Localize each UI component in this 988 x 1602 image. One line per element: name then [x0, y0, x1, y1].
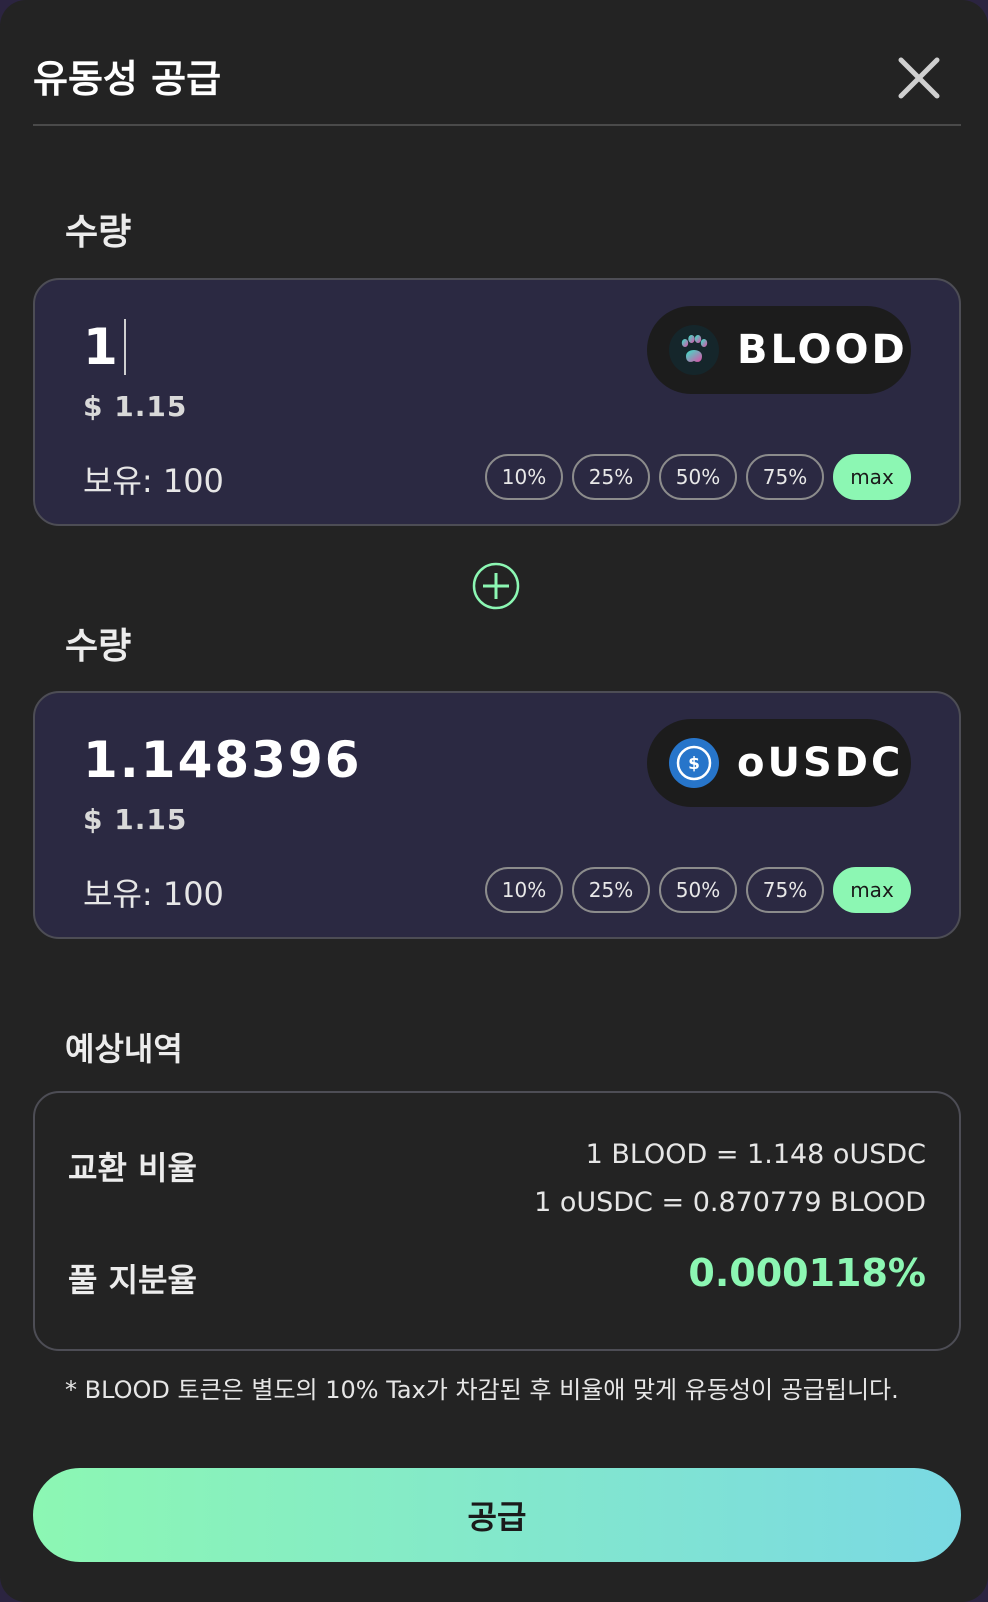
token-a-50-percent-button[interactable]: 50%: [659, 454, 737, 500]
token-b-percent-buttons: 10% 25% 50% 75% max: [485, 867, 911, 913]
pool-share-label: 풀 지분율: [68, 1261, 197, 1299]
plus-circle-icon[interactable]: [472, 562, 520, 610]
tax-note: * BLOOD 토큰은 별도의 10% Tax가 차감된 후 비율애 맞게 유동…: [65, 1376, 899, 1404]
token-a-selector[interactable]: BLOOD: [647, 306, 911, 394]
token-b-10-percent-button[interactable]: 10%: [485, 867, 563, 913]
token-b-25-percent-button[interactable]: 25%: [572, 867, 650, 913]
token-a-amount-input[interactable]: 1: [83, 318, 126, 376]
token-a-75-percent-button[interactable]: 75%: [746, 454, 824, 500]
token-a-balance: 보유: 100: [83, 462, 224, 500]
amount-label-b: 수량: [65, 626, 132, 667]
liquidity-modal: 유동성 공급 수량 1 $ 1.15 보유: 100 BLOOD 10% 25%…: [0, 0, 988, 1602]
estimate-section-label: 예상내역: [65, 1030, 183, 1068]
token-b-75-percent-button[interactable]: 75%: [746, 867, 824, 913]
token-b-amount-input[interactable]: 1.148396: [83, 731, 362, 789]
token-a-usd-value: $ 1.15: [83, 390, 188, 423]
usdc-icon: $: [669, 738, 719, 788]
paw-icon: [669, 325, 719, 375]
token-a-amount-value: 1: [83, 318, 120, 376]
token-a-10-percent-button[interactable]: 10%: [485, 454, 563, 500]
token-a-percent-buttons: 10% 25% 50% 75% max: [485, 454, 911, 500]
text-cursor: [123, 319, 126, 375]
token-b-panel: 1.148396 $ 1.15 보유: 100 $ oUSDC 10% 25% …: [33, 691, 961, 939]
token-a-panel: 1 $ 1.15 보유: 100 BLOOD 10% 25% 50% 75% m…: [33, 278, 961, 526]
token-b-usd-value: $ 1.15: [83, 803, 188, 836]
token-b-name: oUSDC: [737, 740, 904, 786]
exchange-rate-line-2: 1 oUSDC = 0.870779 BLOOD: [534, 1187, 926, 1218]
modal-title: 유동성 공급: [33, 57, 222, 101]
modal-header: 유동성 공급: [33, 40, 961, 126]
svg-text:$: $: [688, 754, 700, 774]
token-a-25-percent-button[interactable]: 25%: [572, 454, 650, 500]
token-a-name: BLOOD: [737, 327, 908, 373]
close-icon[interactable]: [897, 56, 941, 100]
exchange-rate-line-1: 1 BLOOD = 1.148 oUSDC: [585, 1139, 926, 1170]
supply-button[interactable]: 공급: [33, 1468, 961, 1562]
token-b-selector[interactable]: $ oUSDC: [647, 719, 911, 807]
estimate-panel: 교환 비율 1 BLOOD = 1.148 oUSDC 1 oUSDC = 0.…: [33, 1091, 961, 1351]
token-b-balance: 보유: 100: [83, 875, 224, 913]
token-a-max-button[interactable]: max: [833, 454, 911, 500]
amount-label-a: 수량: [65, 212, 132, 253]
pool-share-value: 0.000118%: [688, 1251, 926, 1295]
token-b-50-percent-button[interactable]: 50%: [659, 867, 737, 913]
exchange-rate-label: 교환 비율: [68, 1149, 197, 1187]
token-b-max-button[interactable]: max: [833, 867, 911, 913]
